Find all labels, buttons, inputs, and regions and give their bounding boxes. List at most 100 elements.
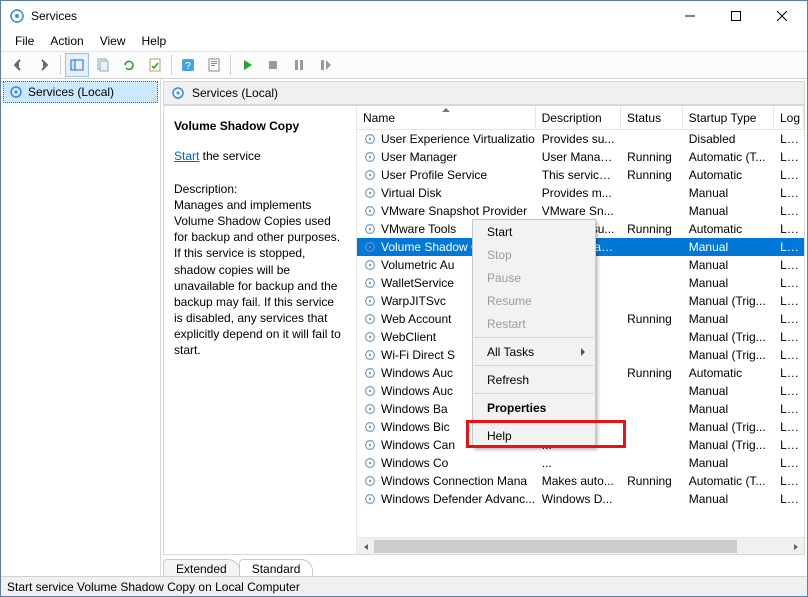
service-startup: Manual [683,312,774,326]
ctx-help[interactable]: Help [473,424,595,447]
service-name: WalletService [381,276,454,290]
gear-icon [363,312,377,326]
menu-view[interactable]: View [92,32,134,50]
gear-icon [363,420,377,434]
status-text: Start service Volume Shadow Copy on Loca… [7,580,300,594]
col-status[interactable]: Status [621,106,683,129]
menu-action[interactable]: Action [42,32,91,50]
service-name: Windows Auc [381,366,453,380]
gear-icon [363,276,377,290]
service-startup: Automatic (T... [683,150,774,164]
service-status: Running [621,168,683,182]
service-row[interactable]: Windows Defender Advanc...Windows D...Ma… [357,490,804,508]
service-startup: Manual (Trig... [683,420,774,434]
horizontal-scrollbar[interactable] [357,537,804,554]
gear-icon [363,186,377,200]
stop-service-button[interactable] [261,53,285,77]
start-service-button[interactable] [235,53,259,77]
help-button[interactable]: ? [176,53,200,77]
properties-toolbar-button[interactable] [143,53,167,77]
service-description: This service ... [536,168,621,182]
service-list: Name Description Status Startup Type Log… [356,106,804,554]
service-name: WarpJITSvc [381,294,446,308]
forward-button[interactable] [32,53,56,77]
menu-help[interactable]: Help [134,32,175,50]
restart-service-button[interactable] [313,53,337,77]
service-startup: Automatic (T... [683,474,774,488]
start-service-link[interactable]: Start [174,149,199,163]
service-status: Running [621,312,683,326]
app-icon [9,8,25,24]
service-logon: Loc [774,204,804,218]
properties-page-button[interactable] [202,53,226,77]
refresh-button[interactable] [117,53,141,77]
service-startup: Manual [683,276,774,290]
service-row[interactable]: User Profile ServiceThis service ...Runn… [357,166,804,184]
maximize-button[interactable] [713,1,759,31]
description-text: Manages and implements Volume Shadow Cop… [174,197,346,359]
service-logon: Loc [774,222,804,236]
service-description: Windows D... [536,492,621,506]
menu-file[interactable]: File [7,32,42,50]
service-row[interactable]: VMware Snapshot ProviderVMware Sn...Manu… [357,202,804,220]
col-startup-type[interactable]: Startup Type [683,106,774,129]
ctx-start[interactable]: Start [473,220,595,243]
service-row[interactable]: Windows Connection ManaMakes auto...Runn… [357,472,804,490]
export-list-button[interactable] [91,53,115,77]
service-logon: Loc [774,132,804,146]
scroll-left-button[interactable] [357,538,374,554]
service-name: Volumetric Au [381,258,454,272]
ctx-refresh[interactable]: Refresh [473,368,595,391]
service-logon: Loc [774,168,804,182]
title-bar: Services [1,1,807,31]
service-row[interactable]: Windows Co...ManualLoc [357,454,804,472]
service-logon: Loc [774,492,804,506]
service-logon: Loc [774,258,804,272]
gear-icon [363,492,377,506]
service-status: Running [621,222,683,236]
scroll-right-button[interactable] [787,538,804,554]
gear-icon [363,150,377,164]
gear-icon [363,330,377,344]
separator [60,55,61,75]
service-name: Wi-Fi Direct S [381,348,455,362]
gear-icon [363,348,377,362]
ctx-properties[interactable]: Properties [473,396,595,419]
service-logon: Loc [774,366,804,380]
service-startup: Manual [683,384,774,398]
ctx-all-tasks[interactable]: All Tasks [473,340,595,363]
show-hide-tree-button[interactable] [65,53,89,77]
service-name: Web Account [381,312,452,326]
status-bar: Start service Volume Shadow Copy on Loca… [1,576,807,596]
service-row[interactable]: User ManagerUser Manag...RunningAutomati… [357,148,804,166]
selected-service-title: Volume Shadow Copy [174,118,346,134]
minimize-button[interactable] [667,1,713,31]
service-logon: Loc [774,312,804,326]
separator [171,55,172,75]
column-headers: Name Description Status Startup Type Log [357,106,804,130]
service-logon: Loc [774,348,804,362]
tab-standard[interactable]: Standard [239,559,314,576]
service-row[interactable]: Virtual DiskProvides m...ManualLoc [357,184,804,202]
tab-extended[interactable]: Extended [163,559,240,576]
scroll-thumb[interactable] [374,540,737,553]
gear-icon [363,402,377,416]
ctx-pause: Pause [473,266,595,289]
col-name[interactable]: Name [357,106,536,129]
col-logon[interactable]: Log [774,106,804,129]
close-button[interactable] [759,1,805,31]
service-logon: Loc [774,456,804,470]
svg-text:?: ? [185,61,191,72]
col-description[interactable]: Description [536,106,621,129]
service-name: VMware Snapshot Provider [381,204,527,218]
window-title: Services [31,9,667,23]
service-name: Windows Connection Mana [381,474,527,488]
tree-node-label: Services (Local) [28,85,114,99]
service-logon: Loc [774,330,804,344]
service-row[interactable]: User Experience Virtualizatio...Provides… [357,130,804,148]
service-logon: Loc [774,240,804,254]
pause-service-button[interactable] [287,53,311,77]
back-button[interactable] [6,53,30,77]
pane-header: Services (Local) [163,81,805,105]
tree-node-services-local[interactable]: Services (Local) [3,81,158,103]
